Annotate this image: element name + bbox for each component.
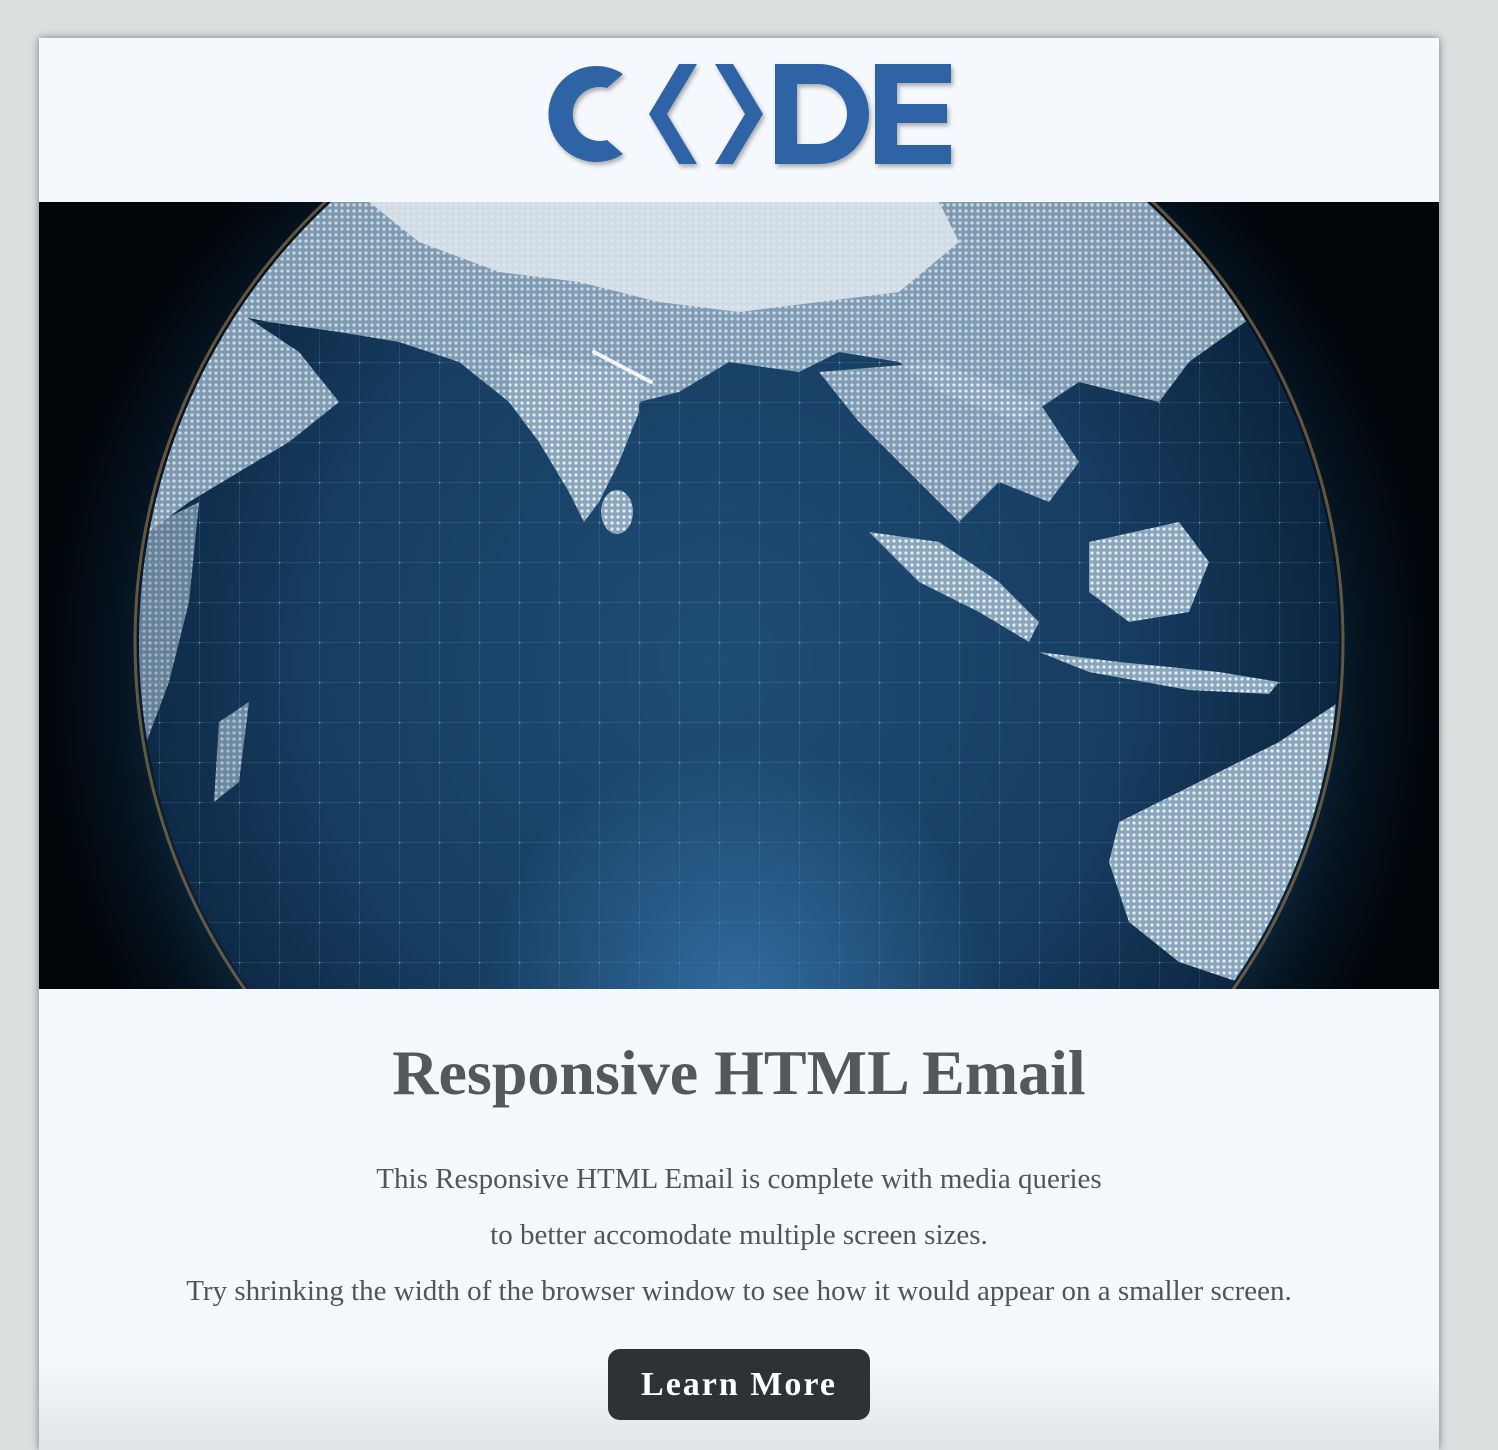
- code-logo-icon: [548, 64, 951, 164]
- email-card: Responsive HTML Email This Responsive HT…: [39, 38, 1439, 1450]
- earth-globe-image: [39, 202, 1439, 989]
- body-line-1: This Responsive HTML Email is complete w…: [376, 1163, 1102, 1195]
- logo-area: [39, 38, 1439, 202]
- hero-image: [39, 202, 1439, 989]
- body-line-3: Try shrinking the width of the browser w…: [186, 1275, 1292, 1307]
- email-body: This Responsive HTML Email is complete w…: [39, 1151, 1439, 1319]
- learn-more-button[interactable]: Learn More: [608, 1349, 870, 1420]
- body-line-2: to better accomodate multiple screen siz…: [490, 1219, 988, 1251]
- email-headline: Responsive HTML Email: [392, 1037, 1086, 1108]
